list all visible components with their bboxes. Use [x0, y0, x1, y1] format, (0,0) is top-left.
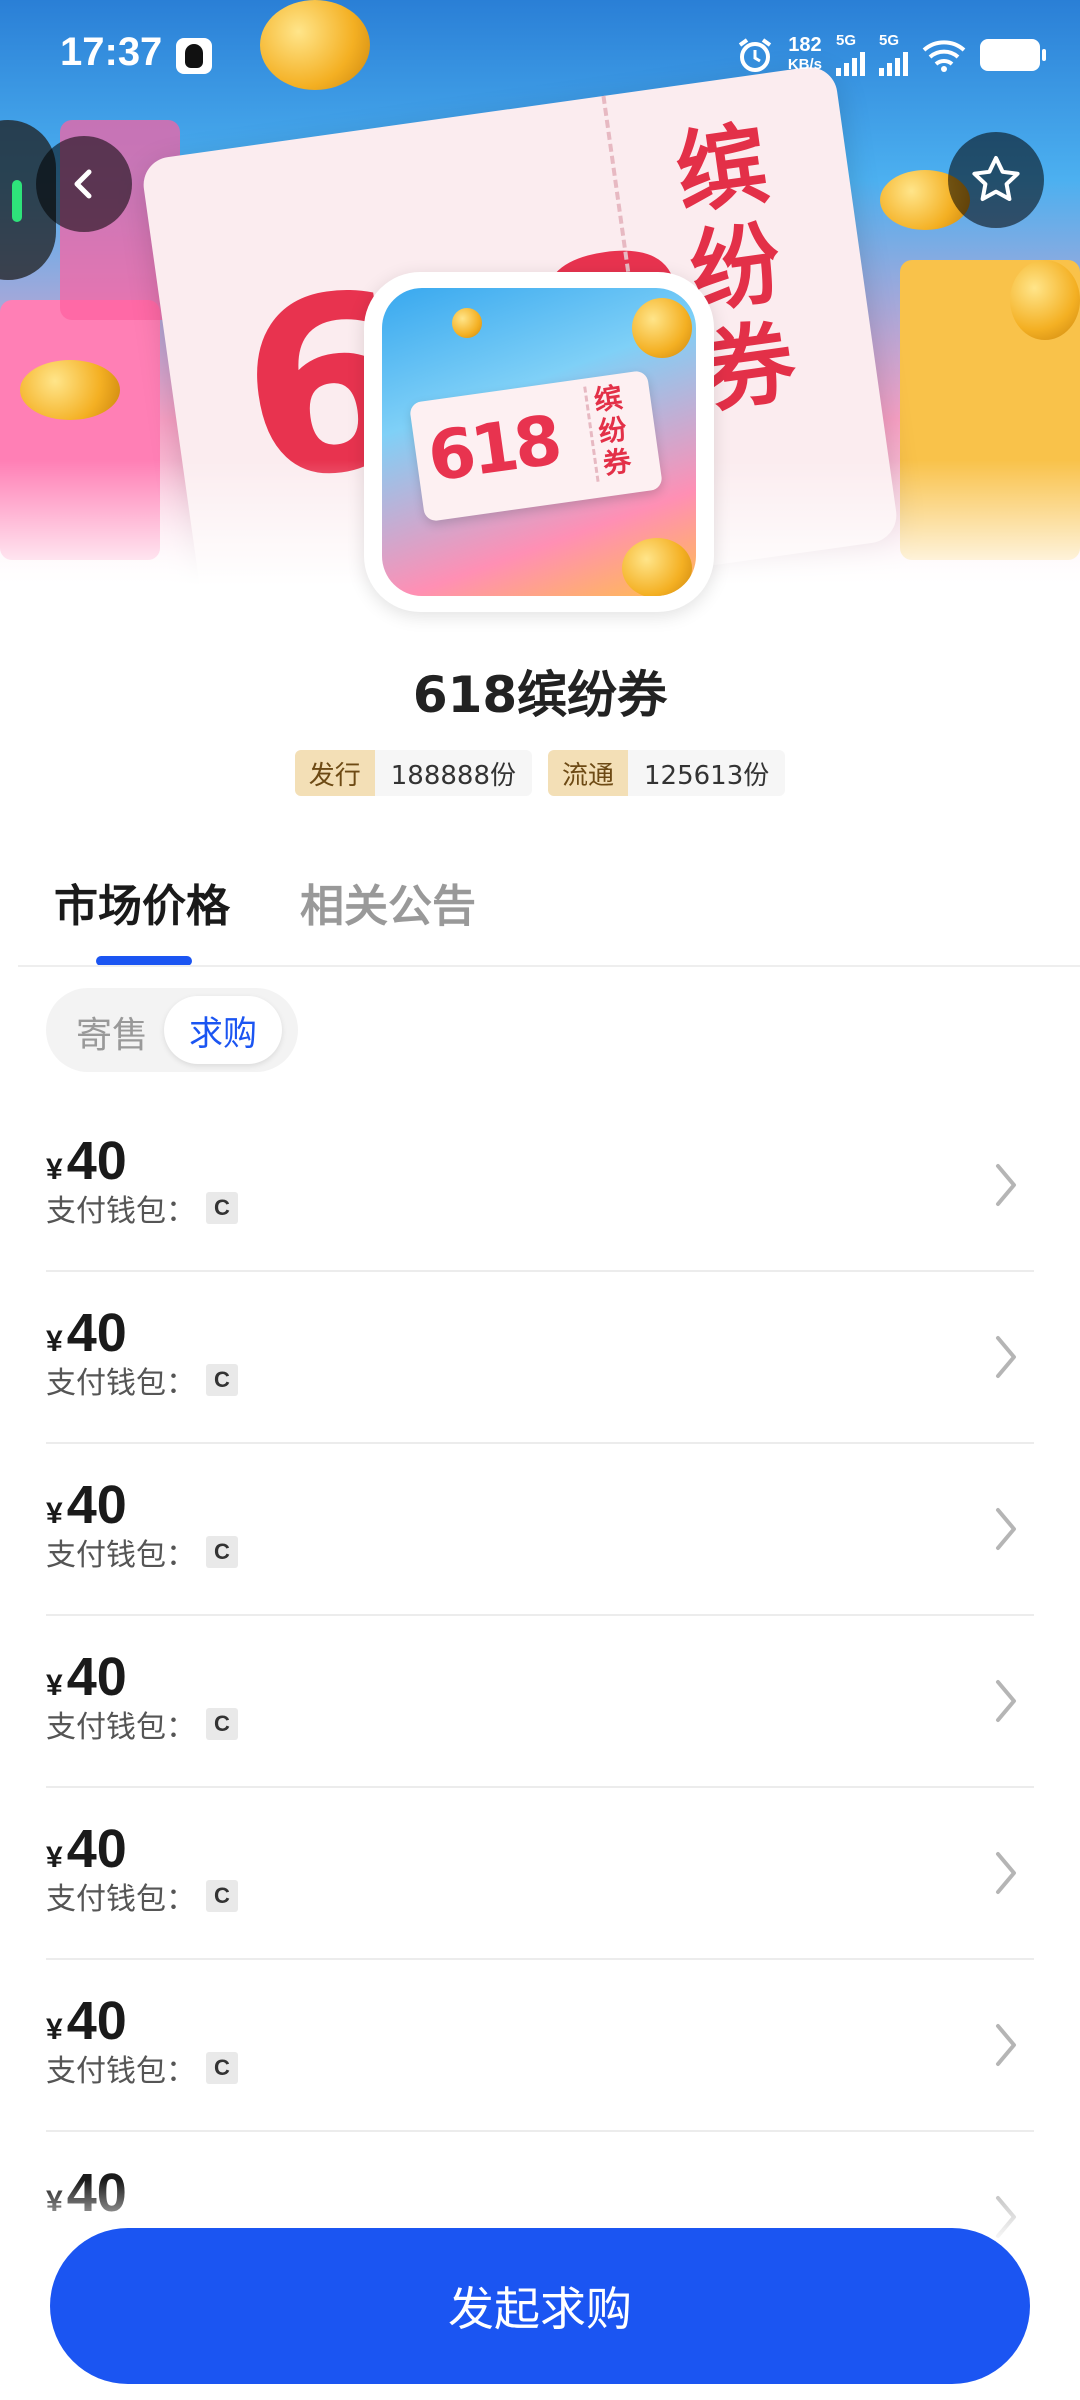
wallet-info: 支付钱包： C [46, 1358, 238, 1402]
chevron-right-icon [996, 1164, 1016, 1206]
order-price: ¥40 [46, 1818, 127, 1880]
sim1-label: 5G [836, 32, 857, 49]
list-item[interactable]: ¥40 支付钱包： C [46, 1616, 1034, 1788]
coin-decoration [632, 298, 692, 358]
qq-notification-icon [176, 38, 212, 74]
wallet-label: 支付钱包： [46, 1882, 196, 1917]
net-speed: 182 KB/s [788, 35, 822, 75]
tab-market-price[interactable]: 市场价格 [54, 870, 230, 966]
stat-key: 发行 [294, 750, 375, 796]
buy-order-list: ¥40 支付钱包： C ¥40 支付钱包： C ¥40 支付钱包： C ¥40 支付钱包： C ¥40 支… [46, 1100, 1034, 2304]
price-value: 40 [66, 1991, 127, 2051]
wallet-info: 支付钱包： C [46, 1186, 238, 1230]
product-icon-number: 618 [423, 401, 563, 498]
order-price: ¥40 [46, 1474, 127, 1536]
status-right-group: 182 KB/s 5G 5G [736, 32, 1046, 76]
wallet-label: 支付钱包： [46, 1538, 196, 1573]
alarm-icon [738, 38, 771, 72]
currency-symbol: ¥ [46, 2013, 63, 2046]
wallet-info: 支付钱包： C [46, 1530, 238, 1574]
product-title: 618缤纷券 [412, 666, 668, 724]
chevron-right-icon [996, 1680, 1016, 1722]
wallet-label: 支付钱包： [46, 1194, 196, 1229]
stat-issued: 发行 188888份 [294, 750, 532, 796]
wallet-label: 支付钱包： [46, 1366, 196, 1401]
product-stats: 发行 188888份 流通 125613份 [0, 750, 1080, 796]
signal-icon [879, 48, 908, 76]
order-price: ¥40 [46, 1302, 127, 1364]
coin-decoration [452, 308, 482, 338]
currency-symbol: ¥ [46, 1325, 63, 1358]
start-buy-request-button[interactable]: 发起求购 [50, 2228, 1030, 2384]
wallet-label: 支付钱包： [46, 2054, 196, 2089]
list-item[interactable]: ¥40 支付钱包： C [46, 1960, 1034, 2132]
chevron-right-icon [996, 1336, 1016, 1378]
wallet-info: 支付钱包： C [46, 1874, 238, 1918]
price-value: 40 [66, 1131, 127, 1191]
sim1-signal: 5G [836, 32, 865, 76]
wallet-badge: C [206, 2052, 238, 2084]
list-item[interactable]: ¥40 支付钱包： C [46, 1788, 1034, 1960]
order-type-segment: 寄售 求购 [46, 988, 298, 1072]
list-item[interactable]: ¥40 支付钱包： C [46, 1100, 1034, 1272]
order-price: ¥40 [46, 1646, 127, 1708]
wallet-badge: C [206, 1192, 238, 1224]
price-value: 40 [66, 1819, 127, 1879]
wallet-badge: C [206, 1536, 238, 1568]
sim2-signal: 5G [879, 32, 908, 76]
chevron-left-icon [74, 169, 92, 199]
order-price: ¥40 [46, 1130, 127, 1192]
segment-consign[interactable]: 寄售 [76, 1006, 148, 1058]
segment-wanted[interactable]: 求购 [164, 996, 282, 1064]
coin-decoration [622, 538, 692, 596]
wallet-info: 支付钱包： C [46, 1702, 238, 1746]
list-item[interactable]: ¥40 支付钱包： C [46, 1272, 1034, 1444]
wallet-info: 支付钱包： C [46, 2046, 238, 2090]
sim2-label: 5G [879, 32, 900, 49]
product-image-art: 618 缤纷券 [382, 288, 696, 596]
wallet-badge: C [206, 1880, 238, 1912]
price-value: 40 [66, 1303, 127, 1363]
stat-value: 125613份 [628, 750, 786, 796]
signal-icon [836, 48, 865, 76]
currency-symbol: ¥ [46, 1153, 63, 1186]
net-speed-unit: KB/s [787, 56, 822, 73]
tab-divider [18, 965, 1080, 967]
price-value: 40 [66, 1475, 127, 1535]
product-image: 618 缤纷券 [364, 272, 714, 612]
status-bar: 17:37 182 KB/s 5G 5G [0, 0, 1080, 110]
coin-decoration [20, 360, 120, 420]
product-icon-stub: 缤纷券 [583, 379, 652, 482]
net-speed-value: 182 [788, 34, 822, 56]
wifi-icon [922, 40, 966, 72]
order-price: ¥40 [46, 1990, 127, 2052]
back-button[interactable] [36, 136, 132, 232]
coin-decoration [1010, 260, 1080, 340]
price-value: 40 [66, 1647, 127, 1707]
stat-key: 流通 [548, 750, 629, 796]
list-item[interactable]: ¥40 支付钱包： C [46, 1444, 1034, 1616]
wallet-label: 支付钱包： [46, 1710, 196, 1745]
chevron-right-icon [996, 1508, 1016, 1550]
chevron-right-icon [996, 2024, 1016, 2066]
chevron-right-icon [996, 1852, 1016, 1894]
product-ticket: 618 缤纷券 [408, 369, 664, 523]
star-icon [972, 156, 1020, 201]
status-time: 17:37 [60, 30, 163, 74]
stat-value: 188888份 [374, 750, 532, 796]
stat-circulating: 流通 125613份 [548, 750, 786, 796]
currency-symbol: ¥ [46, 1497, 63, 1530]
battery-icon [980, 39, 1046, 71]
wallet-badge: C [206, 1708, 238, 1740]
favorite-button[interactable] [948, 132, 1044, 228]
currency-symbol: ¥ [46, 1841, 63, 1874]
wallet-badge: C [206, 1364, 238, 1396]
tab-announcements[interactable]: 相关公告 [300, 870, 476, 966]
currency-symbol: ¥ [46, 1669, 63, 1702]
tab-bar: 市场价格 相关公告 [54, 870, 476, 966]
